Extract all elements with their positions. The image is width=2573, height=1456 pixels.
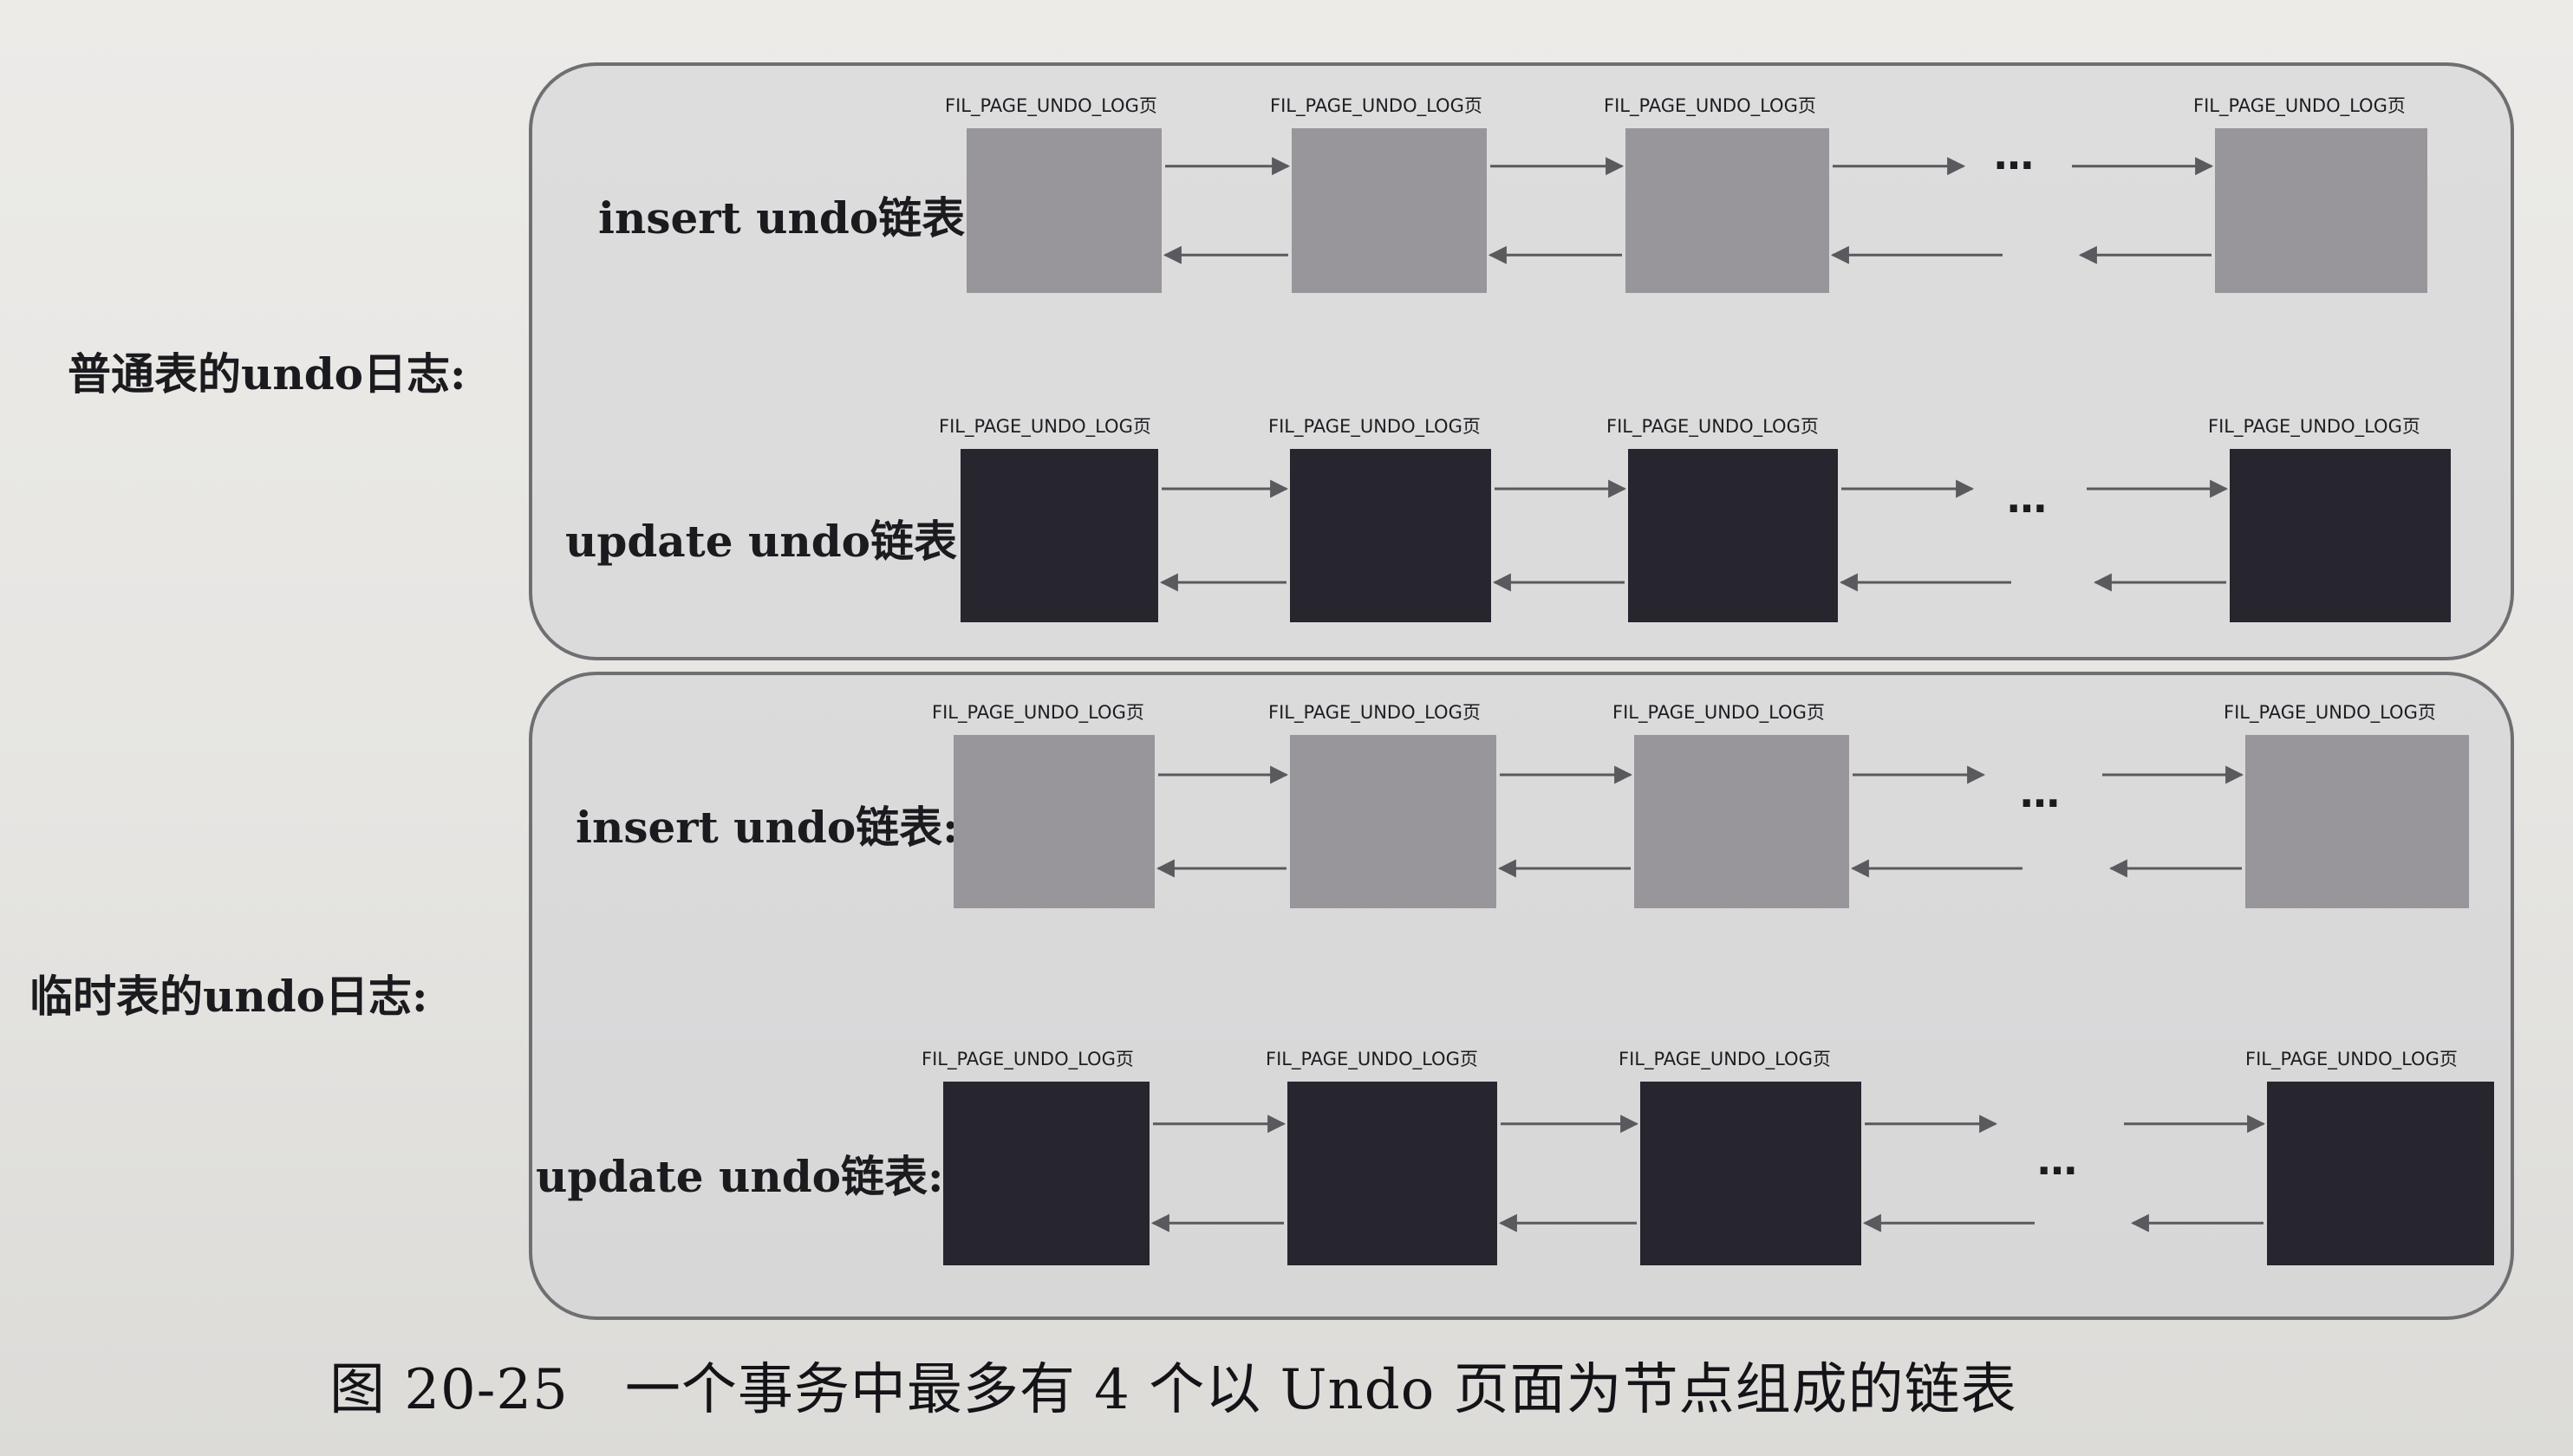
figure-caption: 图 20-25 一个事务中最多有 4 个以 Undo 页面为节点组成的链表 — [329, 1358, 2017, 1422]
link-arrows — [1150, 157, 2266, 1232]
